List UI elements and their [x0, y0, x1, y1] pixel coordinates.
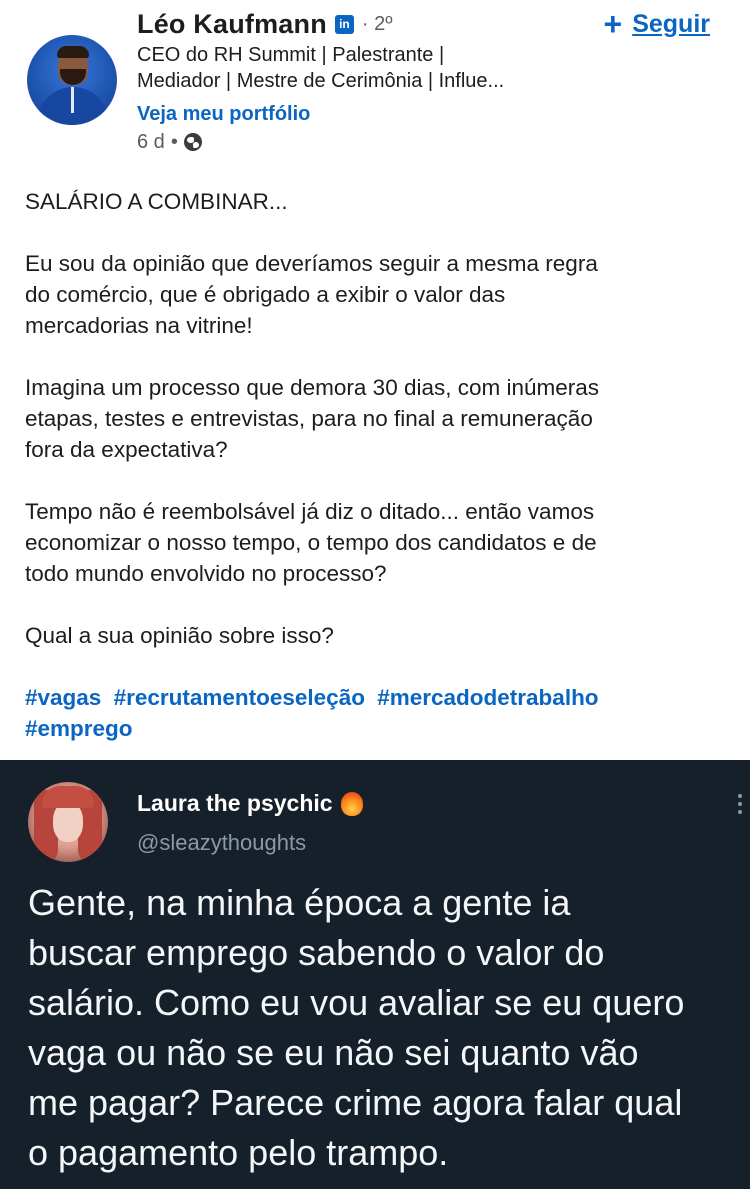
- author-avatar[interactable]: [27, 35, 117, 125]
- post-line: fora da expectativa?: [25, 437, 228, 462]
- linkedin-logo-icon: in: [334, 14, 354, 34]
- tweet-handle: @sleazythoughts: [137, 830, 307, 855]
- author-name[interactable]: Léo Kaufmann: [137, 9, 327, 40]
- plus-icon: +: [603, 6, 623, 42]
- meta-separator: •: [170, 130, 178, 153]
- tweet-line: vaga ou não se eu não sei quanto vão: [28, 1032, 639, 1073]
- author-name-row: Léo Kaufmann in · 2º: [137, 6, 393, 42]
- tweet-author-avatar: [28, 782, 108, 862]
- headline-line: CEO do RH Summit | Palestrante |: [137, 44, 445, 66]
- hashtag-link[interactable]: #emprego: [25, 716, 133, 741]
- linkedin-post: Léo Kaufmann in · 2º + Seguir CEO do RH …: [0, 0, 750, 758]
- connection-degree: · 2º: [361, 12, 393, 35]
- post-line: do comércio, que é obrigado a exibir o v…: [25, 282, 506, 307]
- flame-heart-icon: [340, 791, 363, 816]
- post-paragraph: Qual a sua opinião sobre isso?: [25, 623, 334, 648]
- post-line: mercadorias na vitrine!: [25, 313, 253, 338]
- post-line: economizar o nosso tempo, o tempo dos ca…: [25, 530, 597, 555]
- post-line: Eu sou da opinião que deveríamos seguir …: [25, 251, 598, 276]
- hashtag-list: #vagas #recrutamentoeseleção #mercadodet…: [25, 682, 725, 713]
- embedded-tweet: Laura the psychic @sleazythoughts Gente,…: [0, 760, 750, 1189]
- globe-icon: [183, 133, 202, 151]
- post-line: Imagina um processo que demora 30 dias, …: [25, 375, 600, 400]
- tweet-line: me pagar? Parece crime agora falar qual: [28, 1082, 683, 1123]
- more-vertical-icon: [738, 794, 742, 814]
- post-body: SALÁRIO A COMBINAR... Eu sou da opinião …: [25, 186, 725, 744]
- post-line: Tempo não é reembolsável já diz o ditado…: [25, 499, 595, 524]
- tweet-line: Gente, na minha época a gente ia: [28, 882, 571, 923]
- tweet-name-row: Laura the psychic: [137, 790, 363, 817]
- post-paragraph: SALÁRIO A COMBINAR...: [25, 189, 288, 214]
- post-timestamp: 6 d: [137, 130, 165, 153]
- post-line: etapas, testes e entrevistas, para no fi…: [25, 406, 593, 431]
- tweet-text: Gente, na minha época a gente ia buscar …: [28, 878, 743, 1178]
- post-line: todo mundo envolvido no processo?: [25, 561, 387, 586]
- headline-line: Mediador | Mestre de Cerimônia | Influe.…: [137, 70, 505, 92]
- portfolio-link[interactable]: Veja meu portfólio: [137, 100, 310, 128]
- tweet-display-name: Laura the psychic: [137, 790, 333, 816]
- tweet-line: o pagamento pelo trampo.: [28, 1132, 449, 1173]
- follow-label: Seguir: [632, 9, 710, 38]
- author-headline: CEO do RH Summit | Palestrante | Mediado…: [137, 42, 587, 94]
- avatar-lanyard: [71, 87, 74, 113]
- hashtag-link[interactable]: #recrutamentoeseleção: [114, 685, 365, 710]
- post-meta: 6 d •: [137, 130, 202, 154]
- tweet-line: buscar emprego sabendo o valor do: [28, 932, 605, 973]
- avatar-hair: [57, 46, 89, 58]
- hashtag-link[interactable]: #vagas: [25, 685, 101, 710]
- follow-button[interactable]: + Seguir: [604, 6, 710, 42]
- hashtag-link[interactable]: #mercadodetrabalho: [377, 685, 598, 710]
- tweet-line: salário. Como eu vou avaliar se eu quero: [28, 982, 685, 1023]
- hashtag-list: #emprego: [25, 713, 725, 744]
